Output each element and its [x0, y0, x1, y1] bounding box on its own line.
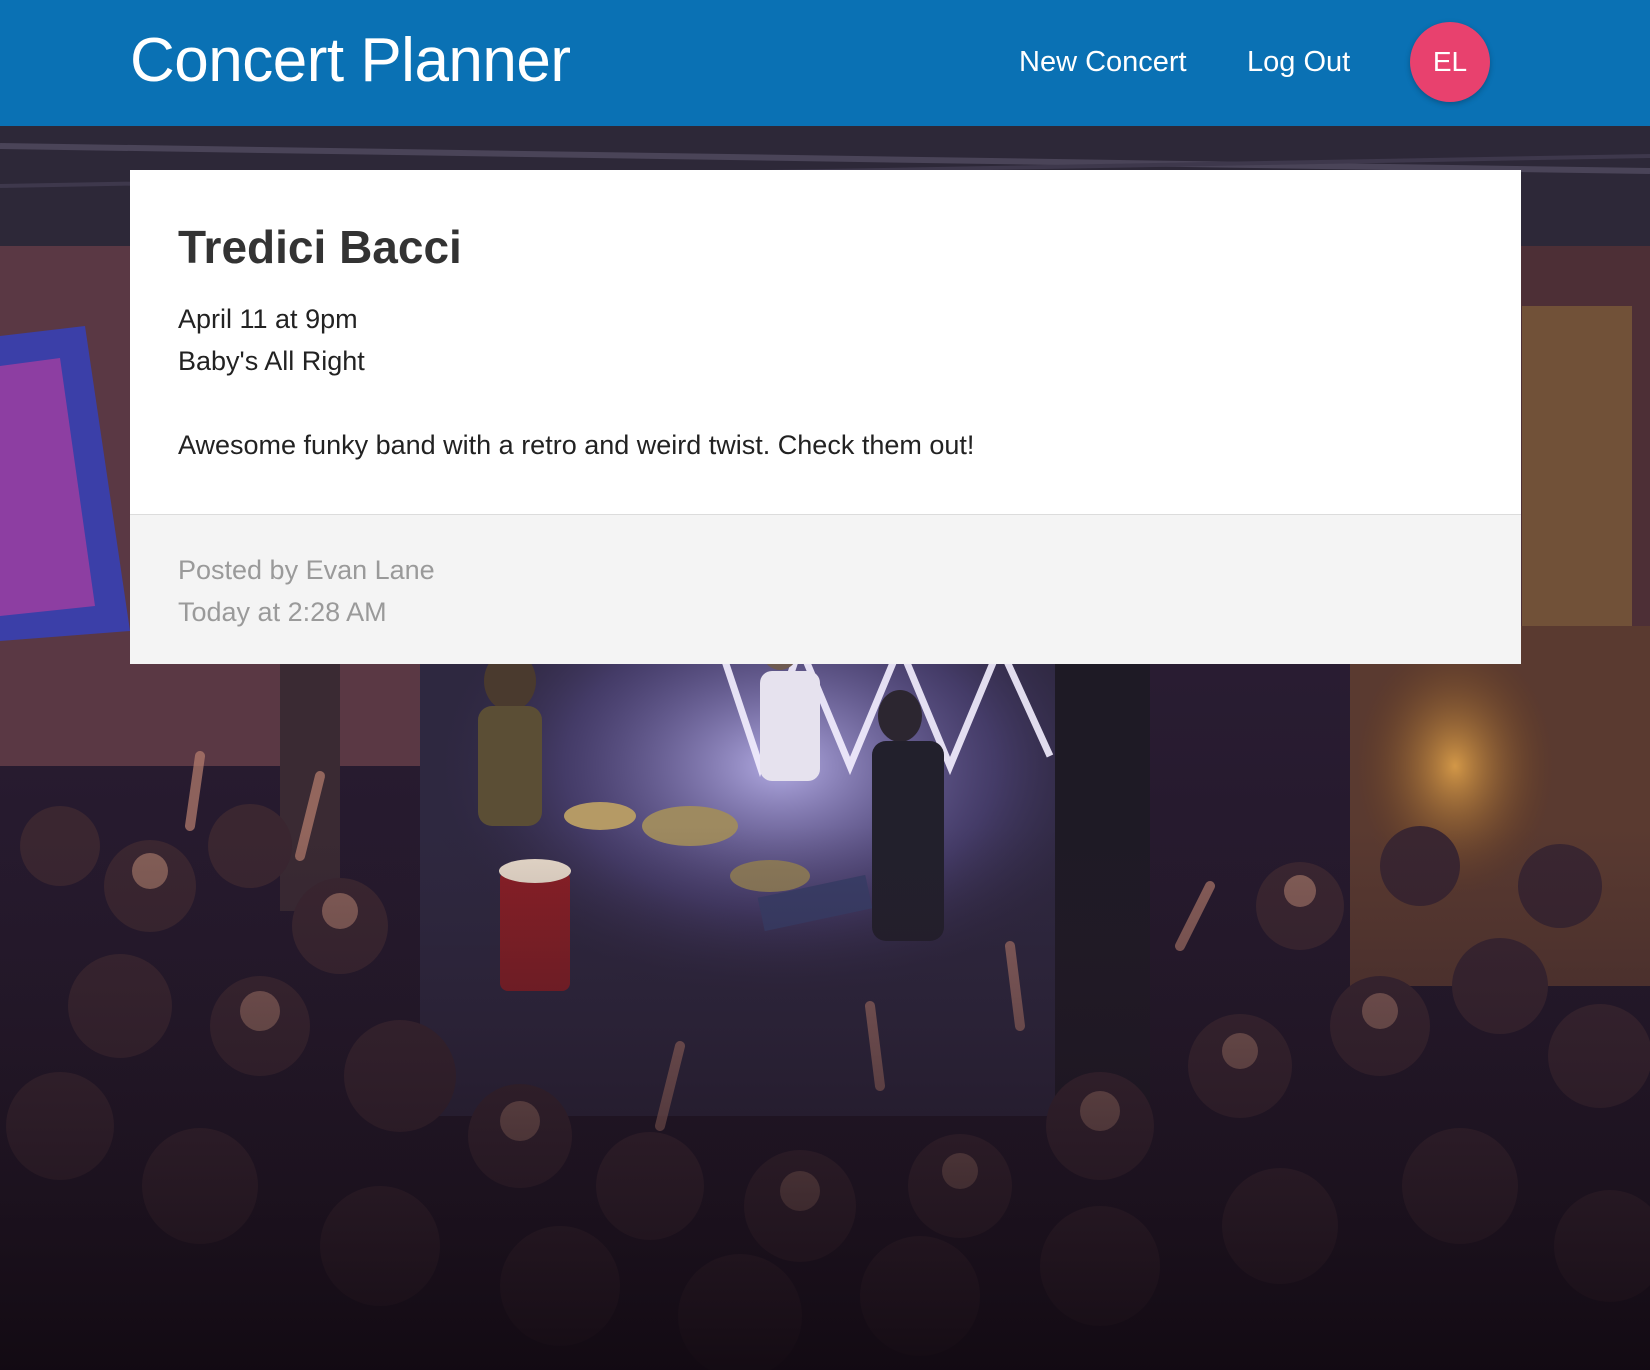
concert-date: April 11 at 9pm [178, 304, 358, 334]
top-navbar: Concert Planner New Concert Log Out EL [0, 0, 1650, 126]
user-avatar[interactable]: EL [1410, 22, 1490, 102]
log-out-link[interactable]: Log Out [1247, 44, 1350, 80]
posted-by-text: Posted by Evan Lane [178, 555, 435, 585]
concert-venue: Baby's All Right [178, 346, 365, 376]
concert-card-body: Tredici Bacci April 11 at 9pm Baby's All… [130, 170, 1521, 515]
brand-title[interactable]: Concert Planner [130, 26, 571, 96]
new-concert-link[interactable]: New Concert [1019, 44, 1187, 80]
posted-timestamp: Today at 2:28 AM [178, 597, 387, 627]
concert-description: Awesome funky band with a retro and weir… [178, 430, 975, 460]
concert-card-footer: Posted by Evan Lane Today at 2:28 AM [130, 515, 1521, 664]
concert-card: Tredici Bacci April 11 at 9pm Baby's All… [130, 170, 1521, 664]
concert-title: Tredici Bacci [178, 221, 462, 273]
